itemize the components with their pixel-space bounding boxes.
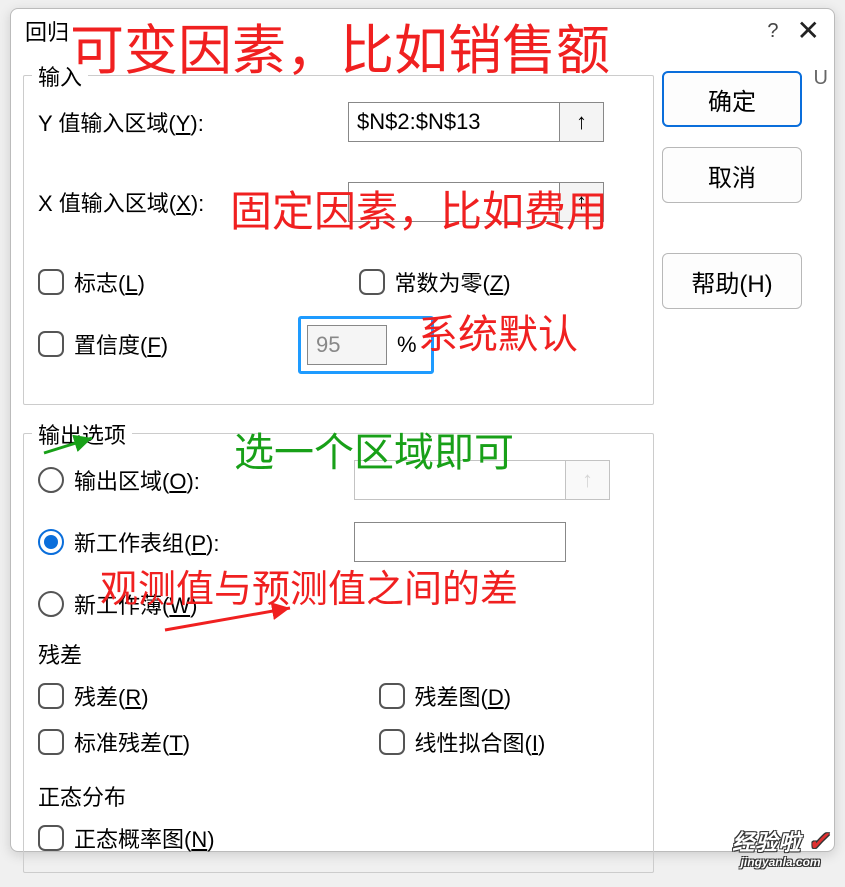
zero-label: 常数为零(Z) [395, 266, 511, 298]
x-range-row: X 值输入区域(X): ↑ [38, 182, 639, 222]
left-column: 输入 Y 值输入区域(Y): ↑ X 值输入区域(X): [23, 53, 662, 875]
residual-row-2: 标准残差(T) 线性拟合图(I) [38, 726, 639, 758]
help-button[interactable]: 帮助(H) [662, 253, 802, 309]
new-sheet-row: 新工作表组(P): [38, 522, 639, 562]
normal-prob-checkbox[interactable] [38, 825, 64, 851]
y-range-input[interactable] [349, 104, 559, 140]
flag-label: 标志(L) [74, 266, 145, 298]
dialog-title: 回归 [25, 15, 69, 47]
cancel-button[interactable]: 取消 [662, 147, 802, 203]
output-group-title: 输出选项 [32, 418, 132, 450]
output-range-radio[interactable] [38, 467, 64, 493]
titlebar-controls: ? ✕ [767, 17, 820, 45]
up-arrow-icon: ↑ [576, 189, 587, 215]
std-residual-checkbox[interactable] [38, 729, 64, 755]
x-range-input[interactable] [349, 184, 559, 220]
new-sheet-input[interactable] [355, 524, 565, 560]
y-range-ref-button[interactable]: ↑ [559, 103, 603, 141]
y-range-row: Y 值输入区域(Y): ↑ [38, 102, 639, 142]
output-range-ref-button[interactable]: ↑ [565, 461, 609, 499]
normal-title: 正态分布 [38, 780, 639, 812]
normal-prob-row: 正态概率图(N) [38, 822, 639, 854]
zero-checkbox-row: 常数为零(Z) [359, 266, 640, 298]
x-range-ref-button[interactable]: ↑ [559, 183, 603, 221]
line-fit-label: 线性拟合图(I) [415, 726, 546, 758]
output-range-row: 输出区域(O): ↑ [38, 460, 639, 500]
flags-row: 标志(L) 常数为零(Z) [38, 262, 639, 302]
residual-row-1: 残差(R) 残差图(D) [38, 680, 639, 712]
confidence-row: 置信度(F) % [38, 316, 639, 374]
output-range-field: ↑ [354, 460, 610, 500]
line-fit-checkbox[interactable] [379, 729, 405, 755]
residual-title: 残差 [38, 638, 639, 670]
watermark-text: 经验啦 [732, 830, 801, 855]
output-range-label: 输出区域(O): [74, 464, 274, 496]
confidence-label: 置信度(F) [74, 328, 168, 360]
x-range-field: ↑ [348, 182, 604, 222]
y-range-field: ↑ [348, 102, 604, 142]
dialog-body: 输入 Y 值输入区域(Y): ↑ X 值输入区域(X): [11, 53, 834, 887]
y-range-label: Y 值输入区域(Y): [38, 106, 258, 138]
regression-dialog: 回归 ? ✕ U 输入 Y 值输入区域(Y): ↑ [10, 8, 835, 852]
input-group: 输入 Y 值输入区域(Y): ↑ X 值输入区域(X): [23, 75, 654, 405]
titlebar: 回归 ? ✕ [11, 9, 834, 53]
column-letter: U [814, 67, 828, 90]
flag-checkbox-row: 标志(L) [38, 266, 319, 298]
std-residual-checkbox-row: 标准残差(T) [38, 726, 299, 758]
flag-checkbox[interactable] [38, 269, 64, 295]
output-range-input[interactable] [355, 462, 565, 498]
confidence-checkbox-row: 置信度(F) [38, 328, 288, 360]
x-range-label: X 值输入区域(X): [38, 186, 258, 218]
residual-plot-checkbox[interactable] [379, 683, 405, 709]
close-icon[interactable]: ✕ [797, 17, 820, 45]
up-arrow-icon: ↑ [576, 109, 587, 135]
confidence-checkbox[interactable] [38, 331, 64, 357]
percent-label: % [397, 332, 417, 358]
normal-prob-label: 正态概率图(N) [74, 822, 215, 854]
residual-checkbox[interactable] [38, 683, 64, 709]
help-icon[interactable]: ? [767, 20, 778, 43]
confidence-input[interactable] [307, 325, 387, 365]
confidence-highlight-box: % [298, 316, 434, 374]
new-sheet-field [354, 522, 566, 562]
watermark-url: jingyanla.com [732, 855, 829, 869]
residual-label: 残差(R) [74, 680, 149, 712]
ok-button[interactable]: 确定 [662, 71, 802, 127]
std-residual-label: 标准残差(T) [74, 726, 190, 758]
up-arrow-icon: ↑ [582, 467, 593, 493]
new-workbook-row: 新工作薄(W) [38, 584, 639, 624]
residual-checkbox-row: 残差(R) [38, 680, 299, 712]
right-column: 确定 取消 帮助(H) [662, 53, 822, 875]
new-workbook-radio[interactable] [38, 591, 64, 617]
residual-plot-label: 残差图(D) [415, 680, 512, 712]
output-group: 输出选项 输出区域(O): ↑ 新工作表组(P): [23, 433, 654, 873]
line-fit-checkbox-row: 线性拟合图(I) [379, 726, 640, 758]
zero-checkbox[interactable] [359, 269, 385, 295]
input-group-title: 输入 [32, 60, 88, 92]
watermark: 经验啦✓ jingyanla.com [732, 825, 829, 869]
new-workbook-label: 新工作薄(W) [74, 588, 197, 620]
new-sheet-radio[interactable] [38, 529, 64, 555]
check-icon: ✓ [807, 826, 829, 856]
residual-plot-checkbox-row: 残差图(D) [379, 680, 640, 712]
new-sheet-label: 新工作表组(P): [74, 526, 274, 558]
